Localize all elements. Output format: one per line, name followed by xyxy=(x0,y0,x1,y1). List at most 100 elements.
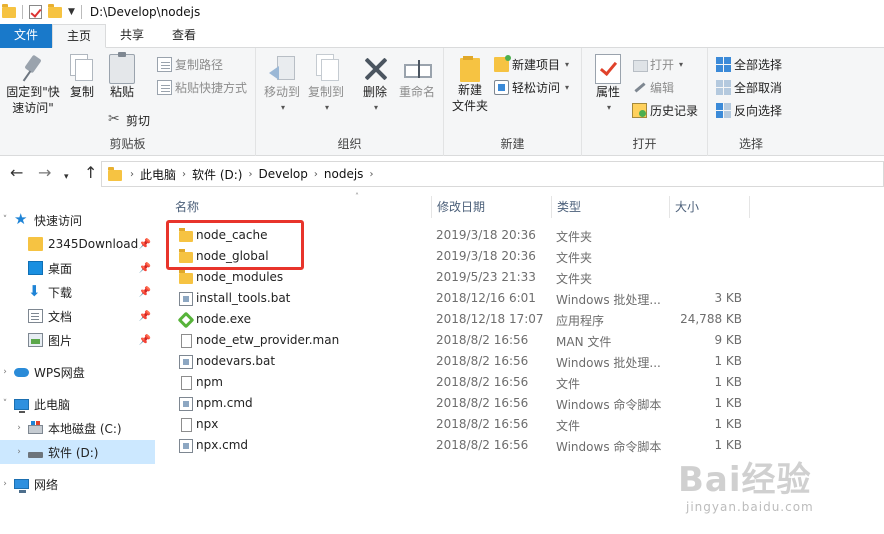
sidebar-item-pictures[interactable]: 图片 📌 xyxy=(0,328,155,352)
file-name: node.exe xyxy=(196,312,252,326)
file-modified: 2018/8/2 16:56 xyxy=(436,333,529,347)
chevron-right-icon[interactable]: › xyxy=(14,423,24,433)
copy-button[interactable]: 复制 xyxy=(64,54,100,100)
chevron-right-icon[interactable]: › xyxy=(0,479,10,489)
breadcrumb-drive-d[interactable]: 软件 (D:) xyxy=(192,166,242,183)
chevron-down-icon[interactable]: ˅ xyxy=(0,215,10,225)
table-row[interactable]: node_modules 2019/5/23 21:33 文件夹 xyxy=(171,268,751,289)
up-arrow-icon[interactable]: ↑ xyxy=(84,165,97,181)
cut-button[interactable]: 剪切 xyxy=(108,110,150,130)
invert-selection-button[interactable]: 反向选择 xyxy=(716,100,782,120)
chevron-right-icon[interactable]: › xyxy=(182,169,186,180)
select-all-button[interactable]: 全部选择 xyxy=(716,54,782,74)
column-divider[interactable] xyxy=(749,196,750,218)
table-row[interactable]: nodevars.bat 2018/8/2 16:56 Windows 批处理...… xyxy=(171,352,751,373)
table-row[interactable]: npx.cmd 2018/8/2 16:56 Windows 命令脚本 1 KB xyxy=(171,436,751,457)
pin-icon: 📌 xyxy=(138,286,151,298)
sidebar-item-drive-c[interactable]: › 本地磁盘 (C:) xyxy=(0,416,155,440)
chevron-right-icon[interactable]: › xyxy=(14,447,24,457)
sidebar-item-desktop[interactable]: 桌面 📌 xyxy=(0,256,155,280)
address-input[interactable]: › 此电脑 › 软件 (D:) › Develop › nodejs › xyxy=(101,161,884,187)
group-label: 打开 xyxy=(632,137,657,151)
open-button[interactable]: 打开 ▾ xyxy=(632,54,683,74)
paste-button[interactable]: 粘贴 xyxy=(104,52,140,100)
properties-button[interactable]: 属性 ▾ xyxy=(590,54,626,116)
chevron-down-icon[interactable]: ▼ xyxy=(68,7,75,17)
copy-to-button[interactable]: 复制到 ▾ xyxy=(306,54,346,116)
tab-view[interactable]: 查看 xyxy=(158,24,210,48)
table-row[interactable]: node_etw_provider.man 2018/8/2 16:56 MAN 文… xyxy=(171,331,751,352)
folder-icon xyxy=(108,167,122,181)
open-icon xyxy=(632,57,648,72)
file-modified: 2019/5/23 21:33 xyxy=(436,270,536,284)
breadcrumb-develop[interactable]: Develop xyxy=(258,167,307,181)
clipboard-group: 固定到"快 速访问" 复制 粘贴 复制路径 粘贴快捷方式 剪切 剪贴板 xyxy=(0,48,256,156)
annotation-highlight-box xyxy=(166,220,304,270)
address-bar-row: ← → ▾ ↑ › 此电脑 › 软件 (D:) › Develop › node… xyxy=(0,156,884,192)
breadcrumb-this-pc[interactable]: 此电脑 xyxy=(140,166,176,183)
table-row[interactable]: npm.cmd 2018/8/2 16:56 Windows 命令脚本 1 KB xyxy=(171,394,751,415)
navigation-pane: ˅ 快速访问 2345Download 📌 桌面 📌 下载 📌 文档 📌 图片 … xyxy=(0,192,155,534)
chevron-right-icon[interactable]: › xyxy=(314,169,318,180)
forward-arrow-icon[interactable]: → xyxy=(38,165,51,181)
sidebar-item-2345download[interactable]: 2345Download 📌 xyxy=(0,232,155,256)
table-row[interactable]: install_tools.bat 2018/12/16 6:01 Windows … xyxy=(171,289,751,310)
table-row[interactable]: npx 2018/8/2 16:56 文件 1 KB xyxy=(171,415,751,436)
tab-home[interactable]: 主页 xyxy=(52,24,107,48)
new-item-button[interactable]: 新建项目 ▾ xyxy=(494,54,569,74)
sidebar-item-documents[interactable]: 文档 📌 xyxy=(0,304,155,328)
file-type: 文件夹 xyxy=(556,272,593,286)
file-modified: 2018/8/2 16:56 xyxy=(436,438,529,452)
network-icon xyxy=(14,479,29,493)
ribbon-tabs: 文件 主页 共享 查看 xyxy=(0,24,884,48)
pin-quick-access-button[interactable]: 固定到"快 速访问" xyxy=(4,54,62,116)
chevron-down-icon[interactable]: ˅ xyxy=(0,399,10,409)
edit-button[interactable]: 编辑 xyxy=(632,77,674,97)
easy-access-button[interactable]: 轻松访问 ▾ xyxy=(494,77,569,97)
pin-icon: 📌 xyxy=(138,310,151,322)
chevron-right-icon[interactable]: › xyxy=(369,169,373,180)
select-none-button[interactable]: 全部取消 xyxy=(716,77,782,97)
column-header-size[interactable]: 大小 xyxy=(669,194,749,220)
move-to-button[interactable]: 移动到 ▾ xyxy=(262,54,302,116)
table-row[interactable]: npm 2018/8/2 16:56 文件 1 KB xyxy=(171,373,751,394)
file-modified: 2018/8/2 16:56 xyxy=(436,354,529,368)
sidebar-item-quick-access[interactable]: ˅ 快速访问 xyxy=(0,208,155,232)
new-folder-icon[interactable] xyxy=(48,3,62,18)
chevron-right-icon[interactable]: › xyxy=(248,169,252,180)
pin-icon: 📌 xyxy=(138,238,151,250)
chevron-right-icon[interactable]: › xyxy=(130,169,134,180)
tab-share[interactable]: 共享 xyxy=(106,24,158,48)
download-icon xyxy=(28,282,43,300)
table-row[interactable]: node.exe 2018/12/18 17:07 应用程序 24,788 KB xyxy=(171,310,751,331)
new-folder-button[interactable]: 新建 文件夹 xyxy=(448,54,492,114)
column-header-modified[interactable]: 修改日期 xyxy=(431,194,551,220)
tab-file[interactable]: 文件 xyxy=(0,24,52,48)
rename-button[interactable]: 重命名 xyxy=(396,54,438,100)
recent-locations-chevron-icon[interactable]: ▾ xyxy=(64,169,69,185)
delete-button[interactable]: 删除 ▾ xyxy=(358,54,392,116)
sidebar-item-wps-cloud[interactable]: › WPS网盘 xyxy=(0,360,155,384)
select-group: 全部选择 全部取消 反向选择 选择 xyxy=(708,48,794,156)
file-icon xyxy=(181,334,192,348)
chevron-down-icon: ▾ xyxy=(565,59,570,69)
delete-icon xyxy=(361,54,389,84)
new-group: 新建 文件夹 新建项目 ▾ 轻松访问 ▾ 新建 xyxy=(444,48,582,156)
breadcrumb-nodejs[interactable]: nodejs xyxy=(324,167,364,181)
sidebar-item-this-pc[interactable]: ˅ 此电脑 xyxy=(0,392,155,416)
sidebar-item-downloads[interactable]: 下载 📌 xyxy=(0,280,155,304)
column-header-name[interactable]: 名称 xyxy=(169,194,431,220)
paste-shortcut-button[interactable]: 粘贴快捷方式 xyxy=(157,77,247,97)
sidebar-item-network[interactable]: › 网络 xyxy=(0,472,155,496)
column-header-type[interactable]: 类型 xyxy=(551,194,669,220)
properties-icon[interactable] xyxy=(29,5,42,19)
sidebar-item-drive-d[interactable]: › 软件 (D:) xyxy=(0,440,155,464)
title-bar: ▼ D:\Develop\nodejs xyxy=(0,0,884,24)
copy-path-button[interactable]: 复制路径 xyxy=(157,54,223,74)
chevron-right-icon[interactable]: › xyxy=(0,367,10,377)
file-name: npx xyxy=(196,417,219,431)
file-name: npx.cmd xyxy=(196,438,249,452)
history-button[interactable]: 历史记录 xyxy=(632,100,698,120)
back-arrow-icon[interactable]: ← xyxy=(10,165,23,181)
file-size: 1 KB xyxy=(714,354,742,368)
